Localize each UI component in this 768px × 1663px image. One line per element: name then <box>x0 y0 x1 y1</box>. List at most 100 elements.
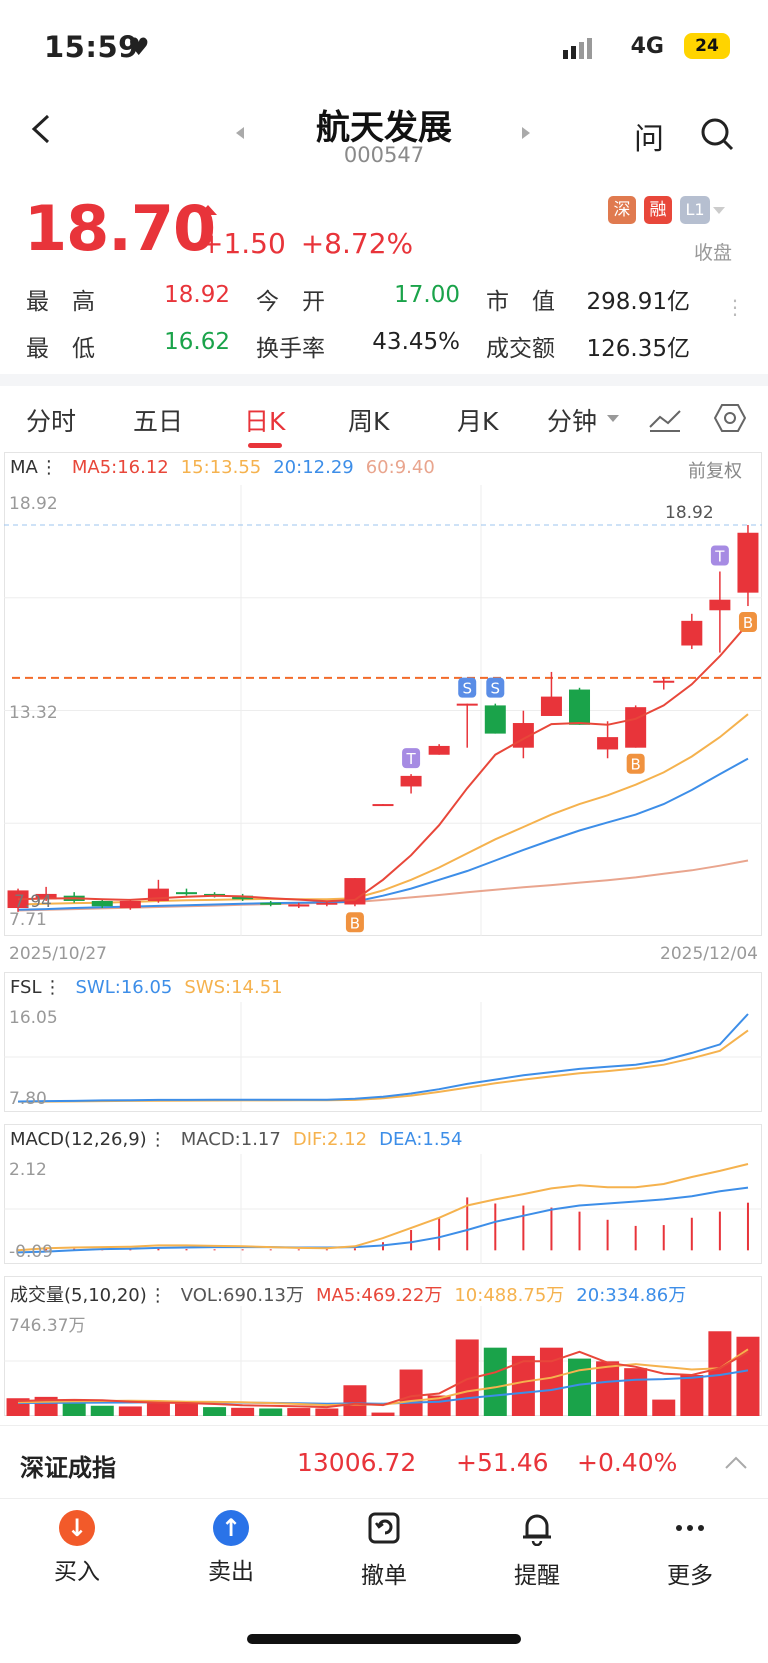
vol-ma5-value: MA5:469.22万 <box>316 1285 443 1306</box>
up-arrow-icon <box>199 205 217 227</box>
legend-menu-icon[interactable]: ⋮ <box>40 457 58 478</box>
more-button[interactable]: 更多 <box>630 1510 750 1590</box>
fsl-y-bottom: 7.80 <box>9 1089 47 1109</box>
candle-body <box>709 599 731 611</box>
candle-body <box>175 892 197 895</box>
change-value: +1.50 <box>200 227 286 260</box>
fsl-y-top: 16.05 <box>9 1008 58 1028</box>
next-stock-icon[interactable] <box>522 127 530 139</box>
chevron-down-icon[interactable] <box>607 415 619 423</box>
vol-y-top: 746.37万 <box>9 1316 86 1336</box>
legend-menu-icon[interactable]: ⋮ <box>149 1129 167 1150</box>
fsl-name[interactable]: FSL <box>10 977 42 998</box>
fsl-chart[interactable] <box>4 1002 762 1112</box>
alert-button[interactable]: 提醒 <box>477 1510 597 1590</box>
volume-bar <box>624 1368 648 1416</box>
index-change-percent: +0.40% <box>577 1448 678 1477</box>
cancel-order-button[interactable]: 撤单 <box>324 1510 444 1590</box>
signal-icon <box>563 38 592 59</box>
battery-icon: 24 <box>684 33 730 59</box>
stat-value: 126.35亿 <box>586 336 690 362</box>
stat-value: 17.00 <box>394 282 460 308</box>
volume-chart[interactable] <box>4 1306 762 1416</box>
candle-body <box>119 900 141 909</box>
volume-bar <box>174 1403 198 1416</box>
settings-icon[interactable] <box>714 403 746 433</box>
volume-bar <box>90 1405 114 1416</box>
macd-value: MACD:1.17 <box>180 1129 281 1150</box>
volume-bar <box>203 1407 227 1416</box>
legend-menu-icon[interactable]: ⋮ <box>44 977 62 998</box>
network-type: 4G <box>630 34 664 59</box>
trade-marker-label: B <box>631 756 641 774</box>
candle-body <box>569 689 591 725</box>
stat-value: 16.62 <box>164 329 230 355</box>
tab-five-day[interactable]: 五日 <box>133 402 183 438</box>
vol-ma20-value: 20:334.86万 <box>576 1285 687 1306</box>
change-percent: +8.72% <box>300 227 414 260</box>
candle-body <box>737 532 759 593</box>
volume-bar <box>596 1361 620 1416</box>
buy-button[interactable]: ↓ 买入 <box>17 1510 137 1586</box>
volume-name[interactable]: 成交量(5,10,20) <box>10 1285 147 1306</box>
vol-ma10-value: 10:488.75万 <box>454 1285 565 1306</box>
candle-body <box>681 620 703 646</box>
status-time: 15:59 <box>44 30 139 64</box>
legend-menu-icon[interactable]: ⋮ <box>149 1285 167 1306</box>
y-axis-top: 18.92 <box>9 494 58 514</box>
market-tag: 深 <box>608 196 636 224</box>
date-end: 2025/12/04 <box>660 944 758 964</box>
tab-daily-k[interactable]: 日K <box>244 402 285 438</box>
candle-body <box>260 902 282 905</box>
stat-value: 18.92 <box>164 282 230 308</box>
candlestick-chart[interactable]: B T S S B T B <box>4 485 762 936</box>
volume-bar <box>680 1375 704 1416</box>
sell-button[interactable]: ↑ 卖出 <box>171 1510 291 1586</box>
margin-tag: 融 <box>644 196 672 224</box>
dif-value: DIF:2.12 <box>292 1129 368 1150</box>
tab-minute[interactable]: 分钟 <box>547 402 597 438</box>
tab-intraday[interactable]: 分时 <box>26 402 76 438</box>
index-ticker[interactable]: 深证成指 13006.72 +51.46 +0.40% <box>0 1425 768 1499</box>
buy-label: 买入 <box>54 1559 100 1585</box>
y-axis-mid: 13.32 <box>9 703 58 723</box>
battery-level: 24 <box>695 36 719 56</box>
tab-weekly-k[interactable]: 周K <box>348 402 389 438</box>
trade-marker-label: B <box>350 914 360 932</box>
heart-icon: ♥ <box>128 33 150 61</box>
volume-bar <box>231 1407 255 1416</box>
section-divider <box>0 374 768 386</box>
stat-label: 市 值 <box>486 289 555 315</box>
ask-button[interactable]: 问 <box>634 114 664 158</box>
volume-bar <box>118 1406 142 1416</box>
volume-bar <box>343 1385 367 1416</box>
volume-bar <box>62 1403 86 1416</box>
ma15-value: 15:13.55 <box>180 457 262 478</box>
chevron-down-icon[interactable] <box>713 207 725 215</box>
tab-monthly-k[interactable]: 月K <box>457 402 498 438</box>
level-tag[interactable]: L1 <box>680 196 710 224</box>
high-marker-label: 18.92 <box>665 503 714 523</box>
sws-line <box>17 1029 749 1103</box>
candle-body <box>428 745 450 755</box>
candle-body <box>400 775 422 787</box>
macd-name[interactable]: MACD(12,26,9) <box>10 1129 147 1150</box>
macd-chart[interactable] <box>4 1154 762 1264</box>
vol-value: VOL:690.13万 <box>180 1285 304 1306</box>
volume-bar <box>652 1399 676 1416</box>
candle-body <box>625 707 647 748</box>
candle-body <box>91 900 113 907</box>
arrow-down-icon: ↓ <box>59 1510 95 1546</box>
stat-value: 298.91亿 <box>586 289 690 315</box>
legend-name[interactable]: MA <box>10 457 38 478</box>
search-icon[interactable] <box>700 117 734 151</box>
ma20-line <box>17 757 749 911</box>
indicator-icon[interactable] <box>648 405 682 433</box>
more-stats-icon[interactable]: ⋮ <box>725 297 745 317</box>
candle-body <box>288 904 310 907</box>
adjust-mode[interactable]: 前复权 <box>688 457 742 483</box>
index-name: 深证成指 <box>20 1454 116 1482</box>
volume-bar <box>399 1369 423 1416</box>
swl-line <box>17 1013 749 1103</box>
chevron-up-icon[interactable] <box>724 1456 748 1470</box>
